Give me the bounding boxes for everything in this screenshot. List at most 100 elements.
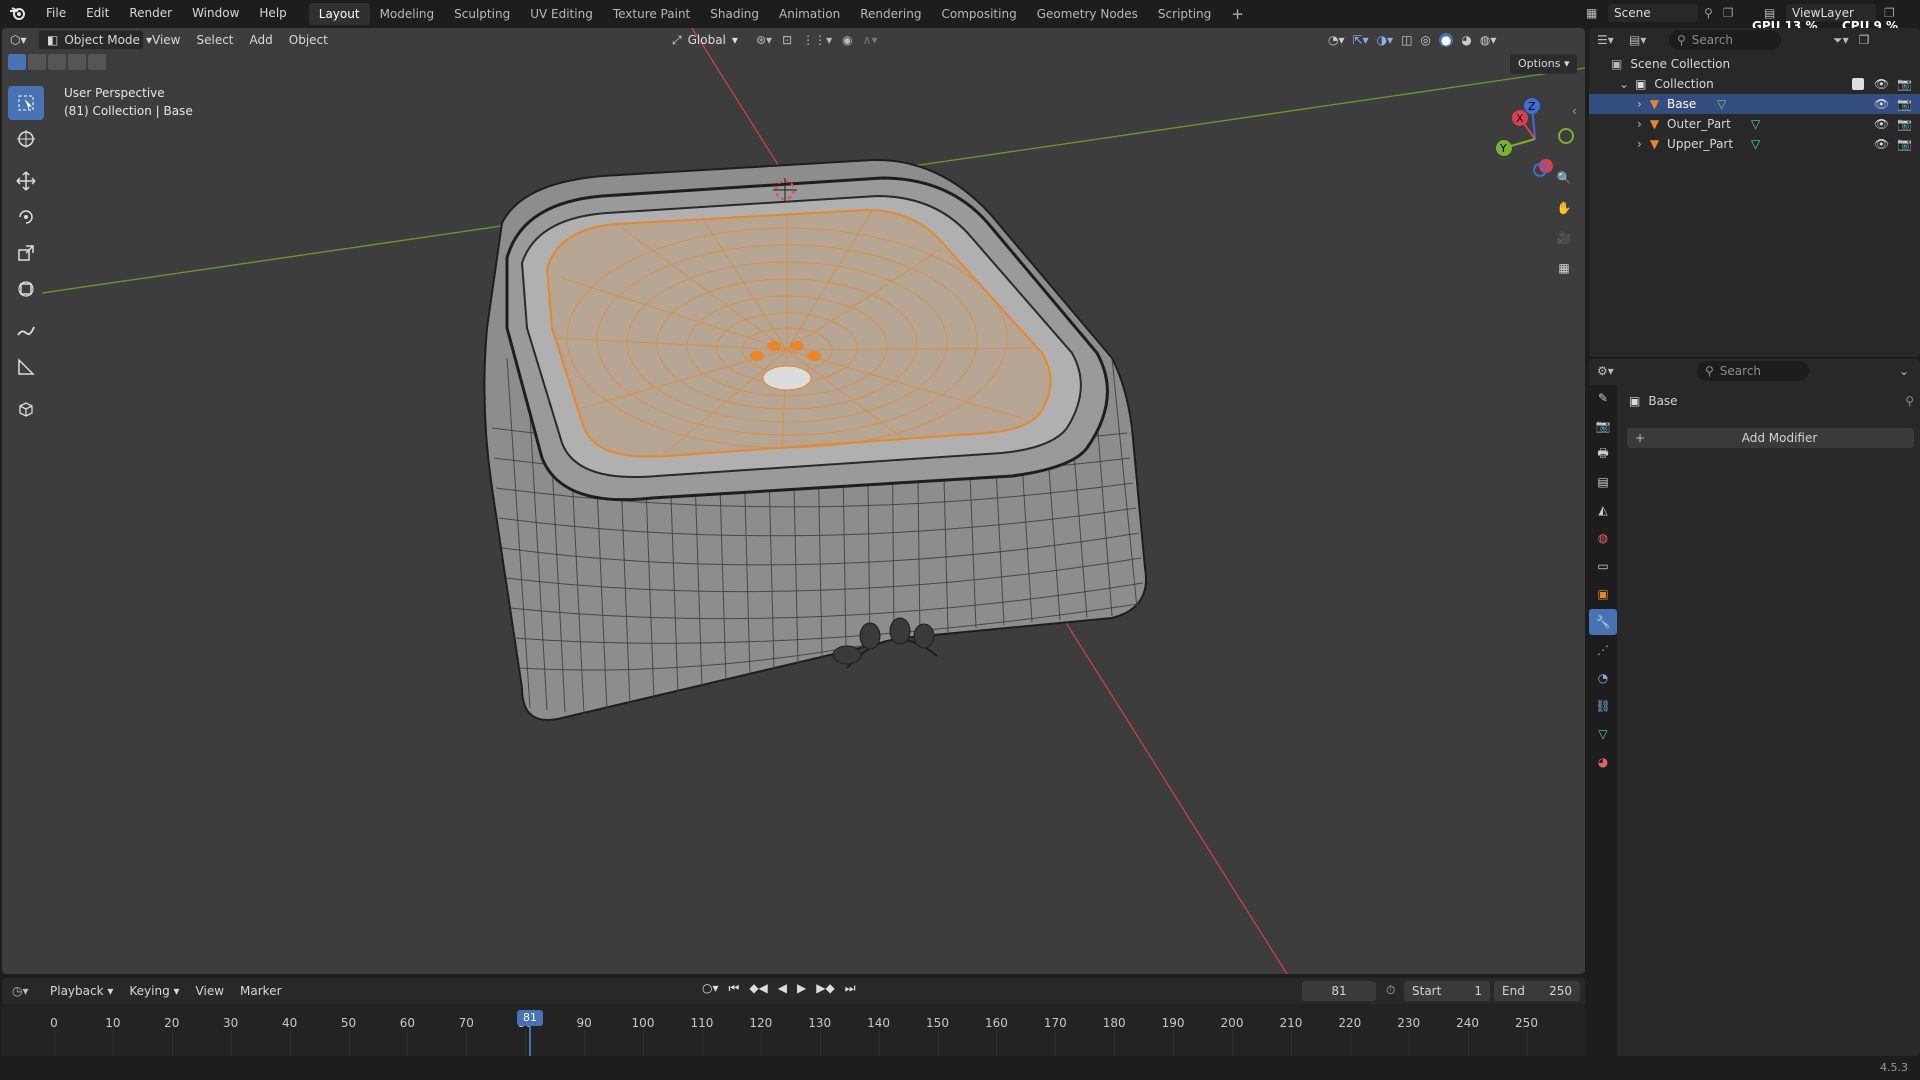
menu-playback[interactable]: Playback ▾ (42, 981, 121, 1001)
transform-tool-icon[interactable] (8, 272, 44, 306)
play-icon[interactable]: ▶ (797, 981, 806, 996)
eye-icon[interactable]: 👁 (1874, 77, 1889, 91)
expand-right-icon[interactable]: › (1637, 137, 1642, 151)
pivot-icon[interactable]: ⊛▾ (756, 33, 772, 47)
eye-icon[interactable]: 👁 (1874, 117, 1889, 131)
sidebar-toggle-icon[interactable]: ‹ (1572, 104, 1577, 118)
visibility-icon[interactable]: ◔▾ (1328, 33, 1345, 47)
menu-timeline-view[interactable]: View (188, 981, 232, 1001)
rotate-tool-icon[interactable] (8, 200, 44, 234)
outliner-object-upper-part[interactable]: › ▼ Upper_Part ▽ 👁 📷 (1589, 134, 1920, 154)
scale-tool-icon[interactable] (8, 236, 44, 270)
properties-editor-icon[interactable]: ⚙▾ (1597, 364, 1697, 378)
properties-search-input[interactable]: ⚲ Search (1697, 361, 1809, 381)
select-box-tool-icon[interactable] (8, 86, 44, 120)
new-viewlayer-icon[interactable]: ❐ (1884, 6, 1895, 20)
physics-tab-icon[interactable]: ◔ (1589, 665, 1617, 691)
tab-scripting[interactable]: Scripting (1148, 3, 1221, 25)
rendered-shading-icon[interactable]: ◍▾ (1480, 33, 1497, 47)
render-tab-icon[interactable]: 📷 (1589, 413, 1617, 439)
new-scene-icon[interactable]: ❐ (1723, 6, 1734, 20)
tab-shading[interactable]: Shading (700, 3, 769, 25)
outliner-object-base[interactable]: › ▼ Base ▽ 👁 📷 (1589, 94, 1920, 114)
tab-geometry-nodes[interactable]: Geometry Nodes (1027, 3, 1148, 25)
snap-target-icon[interactable]: ⋮⋮▾ (802, 33, 832, 47)
menu-select[interactable]: Select (188, 30, 241, 50)
wireframe-shading-icon[interactable]: ◎ (1420, 33, 1430, 47)
modifier-tab-icon[interactable]: 🔧 (1589, 609, 1617, 635)
scene-collection-row[interactable]: ▣ Scene Collection (1589, 54, 1920, 74)
xray-icon[interactable]: ◫ (1401, 33, 1412, 47)
camera-icon[interactable]: 📷 (1897, 97, 1912, 111)
scene-tab-icon[interactable]: ◭ (1589, 497, 1617, 523)
expand-down-icon[interactable]: ⌄ (1619, 77, 1629, 91)
playhead-frame-badge[interactable]: 81 (517, 1010, 543, 1026)
snap-controls[interactable]: ⊛▾ ⊡ ⋮⋮▾ ◉ ∧▾ (756, 30, 877, 50)
outliner-object-outer-part[interactable]: › ▼ Outer_Part ▽ 👁 📷 (1589, 114, 1920, 134)
filter-icon[interactable]: ⏷▾ (1833, 33, 1849, 48)
material-tab-icon[interactable]: ◕ (1589, 749, 1617, 775)
snap-icon[interactable]: ⊡ (782, 33, 792, 47)
menu-add[interactable]: Add (242, 30, 281, 50)
select-extend-icon[interactable] (28, 54, 46, 70)
new-collection-icon[interactable]: ❐ (1859, 33, 1870, 47)
measure-tool-icon[interactable] (8, 350, 44, 384)
expand-right-icon[interactable]: › (1637, 97, 1642, 111)
ortho-toggle-icon[interactable]: ▦ (1550, 254, 1578, 282)
menu-object[interactable]: Object (281, 30, 336, 50)
tab-uv-editing[interactable]: UV Editing (520, 3, 603, 25)
add-workspace-button[interactable]: + (1221, 3, 1254, 25)
current-frame-field[interactable]: 81 (1302, 981, 1376, 1001)
options-button[interactable]: Options ▾ (1510, 54, 1578, 74)
particles-tab-icon[interactable]: ⋰ (1589, 637, 1617, 663)
select-invert-icon[interactable] (68, 54, 86, 70)
menu-render[interactable]: Render (119, 0, 182, 26)
3d-viewport[interactable]: ⬡▾ ◧ Object Mode ▾ View Select Add Objec… (2, 28, 1585, 974)
mode-dropdown[interactable]: ◧ Object Mode ▾ (38, 30, 152, 50)
eye-icon[interactable]: 👁 (1874, 137, 1889, 151)
outliner-search-input[interactable]: ⚲ Search (1669, 30, 1781, 50)
menu-keying[interactable]: Keying ▾ (121, 981, 187, 1001)
cursor-tool-icon[interactable] (8, 122, 44, 156)
pin-icon[interactable]: ⚲ (1704, 6, 1713, 20)
camera-icon[interactable]: 📷 (1897, 117, 1912, 131)
collection-tab-icon[interactable]: ▭ (1589, 553, 1617, 579)
collection-row[interactable]: ⌄ ▣ Collection 👁 📷 (1589, 74, 1920, 94)
auto-key-icon[interactable]: ○▾ (702, 981, 719, 996)
solid-shading-icon[interactable]: ● (1438, 33, 1454, 47)
blender-logo-icon[interactable] (0, 0, 36, 26)
proportional-edit-icon[interactable]: ◉ (842, 33, 852, 47)
falloff-icon[interactable]: ∧▾ (863, 33, 878, 47)
add-modifier-button[interactable]: + Add Modifier (1627, 428, 1914, 448)
scene-selector[interactable]: ▦ Scene ⚲ ❐ (1586, 2, 1746, 24)
add-cube-tool-icon[interactable] (8, 392, 44, 426)
stopwatch-icon[interactable]: ⏱ (1386, 983, 1395, 998)
menu-file[interactable]: File (36, 0, 76, 26)
prev-keyframe-icon[interactable]: ◆◀ (749, 981, 767, 996)
constraints-tab-icon[interactable]: ⛓ (1589, 693, 1617, 719)
eye-icon[interactable]: 👁 (1874, 97, 1889, 111)
menu-window[interactable]: Window (182, 0, 249, 26)
outliner-editor-icon[interactable]: ☰▾ (1597, 33, 1629, 47)
move-tool-icon[interactable] (8, 164, 44, 198)
world-tab-icon[interactable]: ◍ (1589, 525, 1617, 551)
output-tab-icon[interactable]: 🖶 (1589, 441, 1617, 467)
jump-start-icon[interactable]: ⏮ (729, 981, 740, 996)
object-tab-icon[interactable]: ▣ (1589, 581, 1617, 607)
next-keyframe-icon[interactable]: ▶◆ (816, 981, 834, 996)
display-mode-icon[interactable]: ▤▾ (1629, 33, 1669, 47)
tab-layout[interactable]: Layout (308, 3, 370, 25)
include-checkbox[interactable] (1851, 78, 1864, 90)
gizmo-icon[interactable]: ⇱▾ (1353, 33, 1369, 47)
expand-right-icon[interactable]: › (1637, 117, 1642, 131)
pin-icon[interactable]: ⚲ (1905, 394, 1914, 408)
tab-rendering[interactable]: Rendering (850, 3, 931, 25)
select-intersect-icon[interactable] (88, 54, 106, 70)
select-new-icon[interactable] (8, 54, 26, 70)
material-shading-icon[interactable]: ◕ (1461, 33, 1471, 47)
menu-view[interactable]: View (144, 30, 188, 50)
editor-type-icon[interactable]: ⬡▾ (2, 30, 38, 50)
view-layer-tab-icon[interactable]: ▤ (1589, 469, 1617, 495)
select-subtract-icon[interactable] (48, 54, 66, 70)
timeline-editor-icon[interactable]: ◷▾ (2, 984, 42, 998)
